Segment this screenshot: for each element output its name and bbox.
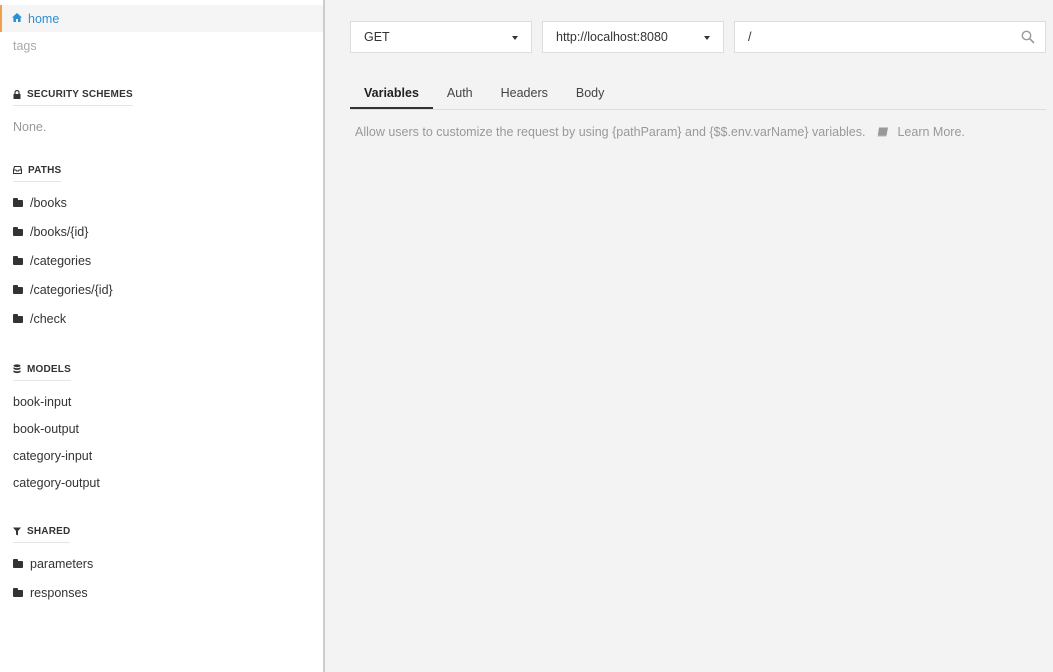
method-select[interactable]: GET: [350, 21, 532, 53]
path-item-books-id[interactable]: /books/{id}: [13, 224, 88, 240]
shared-item-responses[interactable]: responses: [13, 585, 88, 601]
model-item-book-input[interactable]: book-input: [13, 395, 71, 409]
security-none: None.: [13, 120, 47, 134]
folder-icon: [13, 558, 23, 568]
folder-icon: [13, 587, 23, 597]
security-schemes-heading: SECURITY SCHEMES: [13, 85, 133, 106]
lock-icon: [13, 89, 21, 99]
learn-more-link[interactable]: Learn More.: [897, 125, 964, 139]
path-input[interactable]: [734, 21, 1046, 53]
shared-item-parameters[interactable]: parameters: [13, 556, 93, 572]
model-item-category-input[interactable]: category-input: [13, 449, 92, 463]
folder-icon: [13, 197, 23, 207]
tab-body[interactable]: Body: [562, 78, 619, 108]
request-tabs: Variables Auth Headers Body: [350, 78, 1046, 110]
path-item-books[interactable]: /books: [13, 195, 67, 211]
tab-headers[interactable]: Headers: [487, 78, 562, 108]
nav-tags[interactable]: tags: [13, 39, 37, 53]
tab-variables[interactable]: Variables: [350, 78, 433, 109]
database-icon: [13, 364, 21, 374]
folder-icon: [13, 226, 23, 236]
tab-auth[interactable]: Auth: [433, 78, 487, 108]
folder-icon: [13, 255, 23, 265]
model-item-book-output[interactable]: book-output: [13, 422, 79, 436]
search-icon[interactable]: [1021, 30, 1035, 44]
main-panel: GET http://localhost:8080 Variables Auth…: [325, 0, 1053, 672]
path-item-check[interactable]: /check: [13, 311, 66, 327]
caret-down-icon: [512, 36, 518, 40]
path-item-categories-id[interactable]: /categories/{id}: [13, 282, 113, 298]
folder-icon: [13, 313, 23, 323]
path-item-categories[interactable]: /categories: [13, 253, 91, 269]
model-item-category-output[interactable]: category-output: [13, 476, 100, 490]
variables-info: Allow users to customize the request by …: [355, 125, 965, 139]
filter-icon: [13, 527, 21, 536]
server-select[interactable]: http://localhost:8080: [542, 21, 724, 53]
book-icon: [877, 127, 889, 137]
nav-home-label: home: [28, 11, 60, 26]
paths-heading: PATHS: [13, 161, 62, 182]
nav-home[interactable]: home: [0, 5, 323, 32]
folder-icon: [13, 284, 23, 294]
sidebar: home tags SECURITY SCHEMES None. PATHS /…: [0, 0, 325, 672]
home-icon: [12, 12, 22, 25]
shared-heading: SHARED: [13, 522, 71, 543]
models-heading: MODELS: [13, 360, 71, 381]
inbox-icon: [13, 166, 22, 174]
caret-down-icon: [704, 36, 710, 40]
